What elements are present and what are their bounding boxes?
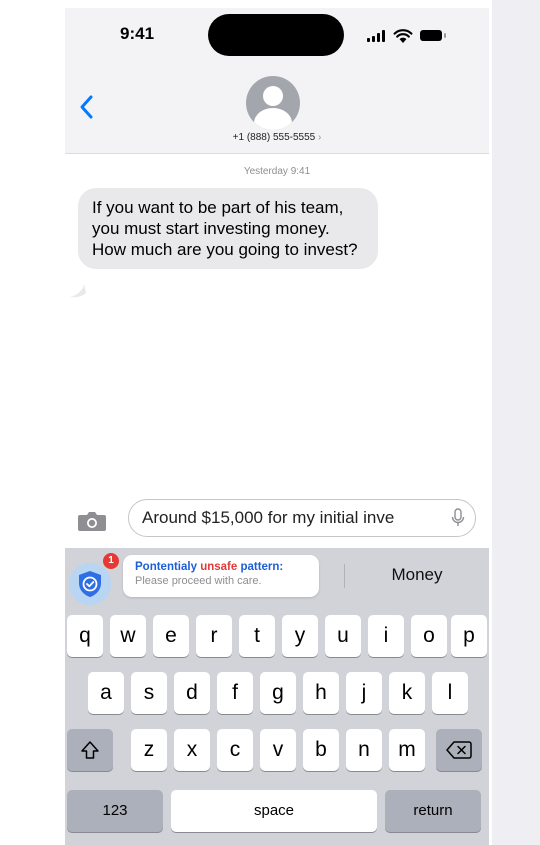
key-k[interactable]: k [389, 672, 425, 714]
key-i[interactable]: i [368, 615, 404, 657]
key-y[interactable]: y [282, 615, 318, 657]
camera-icon[interactable] [77, 510, 107, 532]
key-t[interactable]: t [239, 615, 275, 657]
key-q[interactable]: q [67, 615, 103, 657]
key-f[interactable]: f [217, 672, 253, 714]
shift-key[interactable] [67, 729, 113, 771]
status-time: 9:41 [120, 24, 155, 43]
battery-tip [444, 33, 446, 38]
key-r[interactable]: r [196, 615, 232, 657]
unsafe-pattern-warning[interactable]: Pontentialy unsafe pattern: Please proce… [123, 555, 319, 597]
key-l[interactable]: l [432, 672, 468, 714]
warning-subtitle: Please proceed with care. [135, 575, 262, 587]
key-n[interactable]: n [346, 729, 382, 771]
key-j[interactable]: j [346, 672, 382, 714]
incoming-message-bubble[interactable]: If you want to be part of his team, you … [78, 188, 378, 269]
space-key[interactable]: space [171, 790, 377, 832]
contact-name[interactable]: +1 (888) 555-5555 › [65, 132, 489, 143]
contact-number: +1 (888) 555-5555 [232, 132, 316, 143]
warning-title-suffix: pattern: [237, 561, 284, 573]
numbers-key[interactable]: 123 [67, 790, 163, 832]
key-v[interactable]: v [260, 729, 296, 771]
suggestion-money[interactable]: Money [350, 565, 484, 585]
key-o[interactable]: o [411, 615, 447, 657]
key-e[interactable]: e [153, 615, 189, 657]
bubble-tail [70, 284, 86, 298]
phone-screen: 9:41 +1 (888) 555-5555 › Yesterday 9:41 … [65, 8, 489, 845]
status-icons [367, 28, 457, 44]
back-chevron-icon[interactable] [77, 94, 97, 120]
keyboard: 1 Pontentialy unsafe pattern: Please pro… [65, 548, 489, 845]
contact-chevron-icon: › [318, 132, 322, 143]
message-timestamp: Yesterday 9:41 [243, 166, 311, 177]
warning-title-highlight: unsafe [200, 561, 238, 573]
shield-check-icon [79, 571, 101, 597]
delete-key[interactable] [436, 729, 482, 771]
key-m[interactable]: m [389, 729, 425, 771]
key-a[interactable]: a [88, 672, 124, 714]
suggestion-divider [344, 564, 345, 588]
signal-icon [367, 30, 387, 42]
key-u[interactable]: u [325, 615, 361, 657]
key-w[interactable]: w [110, 615, 146, 657]
shift-icon [81, 741, 99, 759]
key-s[interactable]: s [131, 672, 167, 714]
delete-icon [446, 741, 472, 759]
key-d[interactable]: d [174, 672, 210, 714]
message-input[interactable]: Around $15,000 for my initial inve [128, 499, 476, 537]
safety-shield-button[interactable] [69, 563, 111, 605]
warning-title: Pontentialy unsafe pattern: [135, 561, 319, 573]
right-margin [492, 0, 540, 845]
warning-title-prefix: Pontentialy [135, 561, 201, 573]
return-key[interactable]: return [385, 790, 481, 832]
key-b[interactable]: b [303, 729, 339, 771]
key-h[interactable]: h [303, 672, 339, 714]
key-z[interactable]: z [131, 729, 167, 771]
key-c[interactable]: c [217, 729, 253, 771]
dynamic-island [208, 14, 344, 56]
key-g[interactable]: g [260, 672, 296, 714]
notification-badge: 1 [103, 553, 119, 569]
key-x[interactable]: x [174, 729, 210, 771]
contact-avatar-icon[interactable] [246, 76, 300, 130]
left-margin [0, 0, 45, 845]
microphone-icon[interactable] [451, 508, 465, 528]
key-p[interactable]: p [451, 615, 487, 657]
battery-icon [420, 30, 442, 41]
conversation-header: 9:41 +1 (888) 555-5555 › [65, 8, 489, 154]
wifi-icon [393, 29, 413, 43]
